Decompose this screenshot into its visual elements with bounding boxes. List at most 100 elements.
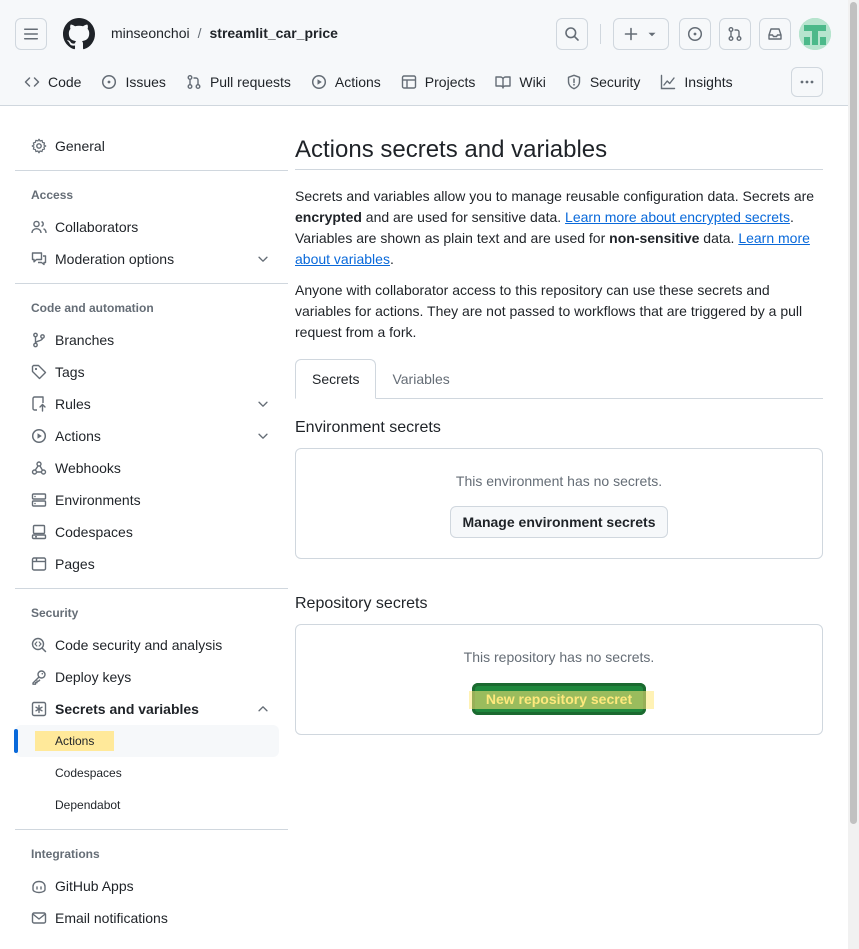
sidebar-subitem-label: Dependabot [55,798,121,812]
tab-insights[interactable]: Insights [652,66,740,98]
sidebar-item-label: Tags [55,364,85,380]
page-scrollbar[interactable] [848,0,859,949]
more-nav-button[interactable] [791,67,823,97]
sidebar-item-label: Branches [55,332,115,348]
main-content: Actions secrets and variables Secrets an… [295,130,823,735]
scrollbar-thumb[interactable] [850,2,857,824]
manage-environment-secrets-button[interactable]: Manage environment secrets [449,506,669,538]
tab-code[interactable]: Code [16,66,89,98]
environment-secrets-box: This environment has no secrets. Manage … [295,448,823,559]
tab-pull-requests-label: Pull requests [209,74,291,90]
user-avatar[interactable] [799,18,831,50]
avatar-icon [799,18,831,50]
repository-empty-message: This repository has no secrets. [463,649,655,665]
description-text: . [389,251,394,267]
sidebar-item-environments[interactable]: Environments [15,484,288,516]
tab-actions[interactable]: Actions [303,66,389,98]
tab-code-label: Code [48,74,82,90]
sidebar-item-github-apps[interactable]: GitHub Apps [15,870,288,902]
secrets-tabs: Secrets Variables [295,359,823,399]
sidebar-item-code-security[interactable]: Code security and analysis [15,629,288,661]
sidebar-item-label: Email notifications [55,910,168,926]
sidebar-item-label: Pages [55,556,95,572]
sidebar-item-rules[interactable]: Rules [15,388,288,420]
repository-secrets-box: This repository has no secrets. New repo… [295,624,823,735]
key-asterisk-icon [31,701,47,717]
sidebar-item-label: Codespaces [55,524,133,540]
search-button[interactable] [556,18,588,50]
tab-insights-label: Insights [684,74,733,90]
tab-variables[interactable]: Variables [376,359,465,399]
tab-issues[interactable]: Issues [93,66,173,98]
sidebar-item-codespaces[interactable]: Codespaces [15,516,288,548]
graph-icon [661,74,676,90]
kebab-horizontal-icon [800,80,814,84]
settings-sidebar: General Access Collaborators Moderation … [14,130,288,934]
description-text: and are used for sensitive data. [361,209,566,225]
sidebar-item-label: Code security and analysis [55,637,223,653]
sidebar-item-secrets-variables[interactable]: Secrets and variables [15,693,288,725]
description-paragraph: Secrets and variables allow you to manag… [295,186,823,270]
inbox-button[interactable] [759,18,791,50]
sidebar-item-label: GitHub Apps [55,878,134,894]
repo-owner-link[interactable]: minseonchoi [111,25,190,41]
environment-secrets-heading: Environment secrets [295,419,441,436]
shield-icon [567,74,581,90]
new-repository-secret-button[interactable]: New repository secret [468,683,655,715]
chevron-down-icon [258,401,268,407]
tab-pull-requests[interactable]: Pull requests [178,66,299,98]
sidebar-item-branches[interactable]: Branches [15,324,288,356]
tab-projects[interactable]: Projects [393,66,484,98]
description-text: data. [699,230,739,246]
repo-breadcrumb: minseonchoi / streamlit_car_price [111,25,338,41]
learn-more-secrets-link[interactable]: Learn more about encrypted secrets [565,209,790,225]
app-header: minseonchoi / streamlit_car_price Code I… [0,0,848,106]
comment-discussion-icon [31,252,47,266]
tab-actions-label: Actions [334,74,381,90]
sidebar-item-moderation-options[interactable]: Moderation options [15,243,288,275]
create-new-button[interactable] [613,18,669,50]
hamburger-icon [24,28,38,40]
sidebar-divider [15,829,288,830]
sidebar-item-pages[interactable]: Pages [15,548,288,580]
sidebar-subitem-dependabot[interactable]: Dependabot [15,789,288,821]
sidebar-item-label: Secrets and variables [55,701,199,717]
new-repository-secret-label: New repository secret [485,691,633,707]
sidebar-item-label: Environments [55,492,141,508]
issues-button[interactable] [679,18,711,50]
webhook-icon [31,461,47,475]
git-branch-icon [33,332,45,348]
environment-empty-message: This environment has no secrets. [455,473,663,489]
sidebar-subitem-codespaces[interactable]: Codespaces [15,757,288,789]
repo-push-icon [32,396,46,412]
sidebar-item-label: Rules [55,396,91,412]
sidebar-item-actions[interactable]: Actions [15,420,288,452]
sidebar-item-email-notifications[interactable]: Email notifications [15,902,288,934]
tab-wiki-label: Wiki [519,74,546,90]
header-divider [600,24,601,44]
tab-secrets[interactable]: Secrets [295,359,377,399]
menu-button[interactable] [15,18,47,50]
sidebar-subitem-actions[interactable]: Actions [14,725,279,757]
copilot-icon [32,880,46,894]
github-logo-icon[interactable] [63,18,95,50]
sidebar-item-deploy-keys[interactable]: Deploy keys [15,661,288,693]
codescan-icon [31,637,47,653]
sidebar-item-general[interactable]: General [15,130,288,162]
sidebar-divider [15,170,288,171]
sidebar-item-collaborators[interactable]: Collaborators [15,211,288,243]
sidebar-item-tags[interactable]: Tags [15,356,288,388]
repo-name-link[interactable]: streamlit_car_price [210,25,338,41]
key-icon [32,670,46,685]
tab-security[interactable]: Security [558,66,649,98]
chevron-up-icon [258,706,268,712]
sidebar-item-label: Deploy keys [55,669,132,685]
codespaces-icon [31,524,47,540]
table-icon [401,75,416,89]
sidebar-item-webhooks[interactable]: Webhooks [15,452,288,484]
issue-icon [687,26,703,42]
pull-requests-button[interactable] [719,18,751,50]
tab-wiki[interactable]: Wiki [487,66,553,98]
sidebar-heading-access: Access [31,188,74,202]
plus-icon [624,27,638,41]
